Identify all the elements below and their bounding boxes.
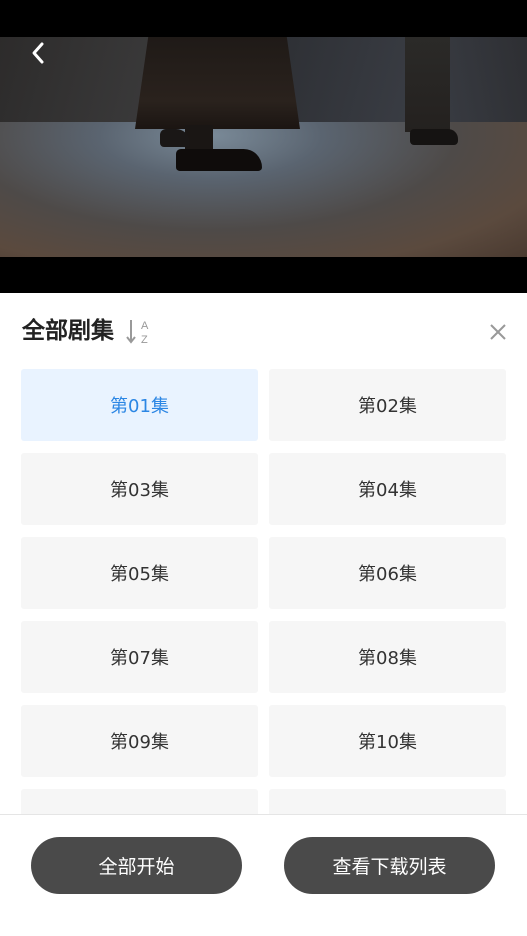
episode-grid: 第01集 第02集 第03集 第04集 第05集 第06集 第07集 第08集 第09集 第10集 (21, 369, 506, 815)
sort-a-z-icon: A Z (126, 320, 149, 346)
panel-title: 全部剧集 (22, 318, 114, 344)
episode-item[interactable] (21, 789, 258, 815)
episode-item[interactable]: 第10集 (269, 705, 506, 777)
close-icon (490, 324, 506, 340)
episode-item[interactable]: 第05集 (21, 537, 258, 609)
back-button[interactable] (18, 36, 58, 70)
video-figure-coat (135, 37, 300, 129)
chevron-left-icon (32, 42, 44, 64)
episode-panel: 全部剧集 A Z 第01集 第02集 第03集 第04集 第05集 第06集 第07集 第08… (0, 293, 527, 936)
episode-item[interactable]: 第07集 (21, 621, 258, 693)
sort-letter-a: A (141, 320, 149, 332)
episode-item[interactable]: 第01集 (21, 369, 258, 441)
episode-item[interactable] (269, 789, 506, 815)
video-figure-shoe (176, 149, 262, 171)
video-figure-second (405, 37, 450, 132)
sort-letter-z: Z (141, 334, 148, 346)
episode-item[interactable]: 第08集 (269, 621, 506, 693)
footer-divider (0, 814, 527, 815)
episode-item[interactable]: 第06集 (269, 537, 506, 609)
episode-item[interactable]: 第03集 (21, 453, 258, 525)
episode-item[interactable]: 第04集 (269, 453, 506, 525)
start-all-button[interactable]: 全部开始 (31, 837, 242, 894)
episode-item[interactable]: 第09集 (21, 705, 258, 777)
sort-button[interactable]: A Z (124, 317, 156, 347)
close-button[interactable] (483, 317, 513, 347)
video-player[interactable] (0, 37, 527, 257)
video-figure-second-boots (410, 129, 458, 145)
episode-item[interactable]: 第02集 (269, 369, 506, 441)
view-download-list-button[interactable]: 查看下载列表 (284, 837, 495, 894)
status-bar (0, 0, 527, 37)
video-letterbox (0, 257, 527, 293)
